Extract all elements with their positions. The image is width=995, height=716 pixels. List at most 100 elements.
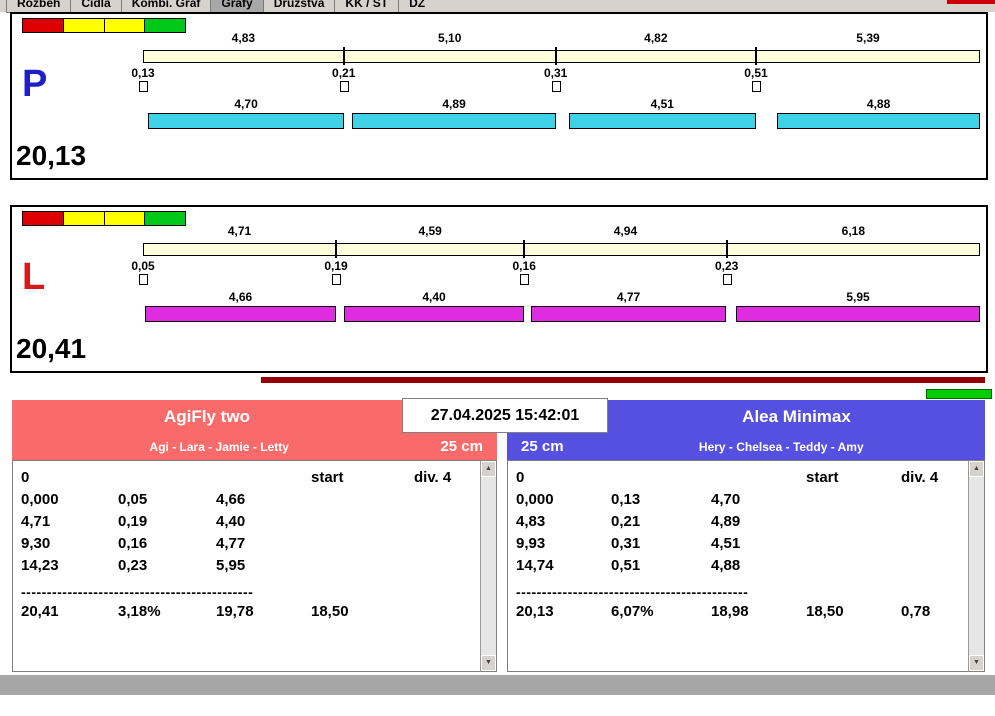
- table-cell: 4,70: [711, 491, 741, 508]
- team-left-height-category: 25 cm: [440, 438, 483, 455]
- legend-swatch: [23, 212, 64, 225]
- leg-time-label: 4,59: [418, 224, 442, 238]
- table-cell: 4,88: [711, 557, 741, 574]
- table-cell: 14,74: [516, 557, 554, 574]
- legend-swatch: [63, 19, 105, 32]
- table-cell: 4,51: [711, 535, 741, 552]
- table-cell: 0,78: [901, 603, 931, 620]
- table-cell: start: [806, 469, 839, 486]
- run-time-bar: [145, 306, 337, 322]
- table-cell: 19,78: [216, 603, 254, 620]
- table-cell: 4,66: [216, 491, 246, 508]
- change-marker-square: [339, 81, 349, 92]
- team-left-name: AgiFly two: [164, 406, 250, 426]
- graph-panel-p: P 20,13 4,83 0,13 4,70 5,10 0,21 4,89 4,82 0,31…: [10, 12, 988, 180]
- table-cell: 0,23: [118, 557, 148, 574]
- leg-time-label: 4,71: [227, 224, 252, 238]
- scroll-up-icon[interactable]: ▲: [481, 461, 496, 477]
- change-marker-square: [751, 81, 761, 92]
- leg-time-label: 4,94: [613, 224, 638, 238]
- legend: [22, 211, 186, 226]
- change-time-label: 0,31: [543, 66, 568, 80]
- table-cell: 0,05: [118, 491, 148, 508]
- team-left-members: Agi - Lara - Jamie - Letty: [149, 439, 289, 454]
- run-time-bar: [568, 113, 756, 129]
- team-left-results-table: 0 start div. 4 0,000 0,05 4,66 4,71 0,19 4,40 9,3…: [12, 460, 497, 672]
- table-cell: 4,71: [21, 513, 51, 530]
- legend-swatch: [104, 19, 146, 32]
- leg-time-label: 4,83: [231, 31, 256, 45]
- table-cell: 3,18%: [118, 603, 161, 620]
- leg-time-track: [143, 243, 980, 256]
- team-left-header: AgiFly two: [12, 400, 402, 433]
- scroll-down-icon[interactable]: ▼: [969, 655, 984, 671]
- change-marker-square: [551, 81, 561, 92]
- table-cell: 0,21: [611, 513, 641, 530]
- team-right-header: Alea Minimax: [608, 400, 985, 433]
- panel-letter: P: [22, 63, 48, 105]
- status-indicator: [926, 389, 992, 399]
- change-marker-square: [520, 274, 530, 285]
- window-accent-bar: [947, 0, 995, 4]
- table-cell: 14,23: [21, 557, 59, 574]
- run-time-label: 4,77: [616, 290, 641, 304]
- panel-total-time: 20,13: [16, 140, 87, 171]
- table-cell: ----------------------------------------…: [21, 584, 254, 600]
- vertical-scrollbar[interactable]: ▲ ▼: [968, 461, 984, 671]
- run-time-bar: [530, 306, 727, 322]
- table-cell: 4,77: [216, 535, 246, 552]
- table-cell: 4,40: [216, 513, 246, 530]
- table-cell: 18,50: [311, 603, 349, 620]
- run-time-label: 4,66: [228, 290, 253, 304]
- run-time-label: 4,89: [442, 97, 466, 111]
- table-cell: 0: [516, 469, 525, 486]
- table-body: 0 start div. 4 0,000 0,13 4,70 4,83 0,21 4,89 9,9…: [508, 461, 984, 671]
- table-cell: 4,83: [516, 513, 546, 530]
- change-time-label: 0,16: [512, 259, 536, 273]
- segment-divider-tick: [554, 47, 557, 65]
- leg-time-label: 6,18: [841, 224, 866, 238]
- scroll-up-icon[interactable]: ▲: [969, 461, 984, 477]
- legend-swatch: [63, 212, 105, 225]
- run-time-label: 4,40: [422, 290, 446, 304]
- scroll-down-icon[interactable]: ▼: [481, 655, 496, 671]
- chart-l: L 20,41 4,71 0,05 4,66 4,59 0,19 4,40 4,94 0,16…: [12, 207, 986, 371]
- table-cell: 5,95: [216, 557, 246, 574]
- table-cell: div. 4: [901, 469, 939, 486]
- change-marker-square: [332, 274, 342, 285]
- table-cell: 0: [21, 469, 30, 486]
- run-time-bar: [777, 113, 980, 129]
- run-time-bar: [343, 306, 525, 322]
- graph-panel-l: L 20,41 4,71 0,05 4,66 4,59 0,19 4,40 4,94 0,16…: [10, 205, 988, 373]
- table-cell: 0,000: [516, 491, 554, 508]
- legend-swatch: [145, 212, 185, 225]
- vertical-scrollbar[interactable]: ▲ ▼: [480, 461, 496, 671]
- team-right-subheader: 25 cm Hery - Chelsea - Teddy - Amy: [507, 433, 985, 460]
- table-cell: 0,31: [611, 535, 641, 552]
- leg-time-track: [143, 50, 980, 63]
- change-time-label: 0,05: [131, 259, 155, 273]
- segment-divider-tick: [523, 240, 526, 258]
- chart-p: P 20,13 4,83 0,13 4,70 5,10 0,21 4,89 4,82 0,31…: [12, 14, 986, 178]
- table-cell: 9,30: [21, 535, 51, 552]
- change-time-label: 0,21: [332, 66, 356, 80]
- panel-total-time: 20,41: [16, 333, 87, 364]
- timestamp: 27.04.2025 15:42:01: [402, 398, 608, 433]
- legend: [22, 18, 186, 33]
- table-cell: div. 4: [414, 469, 452, 486]
- team-left-subheader: Agi - Lara - Jamie - Letty 25 cm: [12, 433, 497, 460]
- legend-swatch: [104, 212, 146, 225]
- leg-time-label: 4,82: [644, 31, 668, 45]
- change-time-label: 0,13: [131, 66, 155, 80]
- change-marker-square: [139, 274, 148, 285]
- app-window: Rozběh Čidla Kombi. Graf Grafy Družstva KK / …: [0, 0, 995, 716]
- legend-swatch: [23, 19, 64, 32]
- table-cell: 6,07%: [611, 603, 654, 620]
- table-cell: 4,89: [711, 513, 741, 530]
- run-time-bar: [736, 306, 980, 322]
- table-cell: 0,000: [21, 491, 59, 508]
- segment-divider-tick: [754, 47, 757, 65]
- table-cell: start: [311, 469, 344, 486]
- table-cell: 0,51: [611, 557, 641, 574]
- segment-divider-tick: [342, 47, 345, 65]
